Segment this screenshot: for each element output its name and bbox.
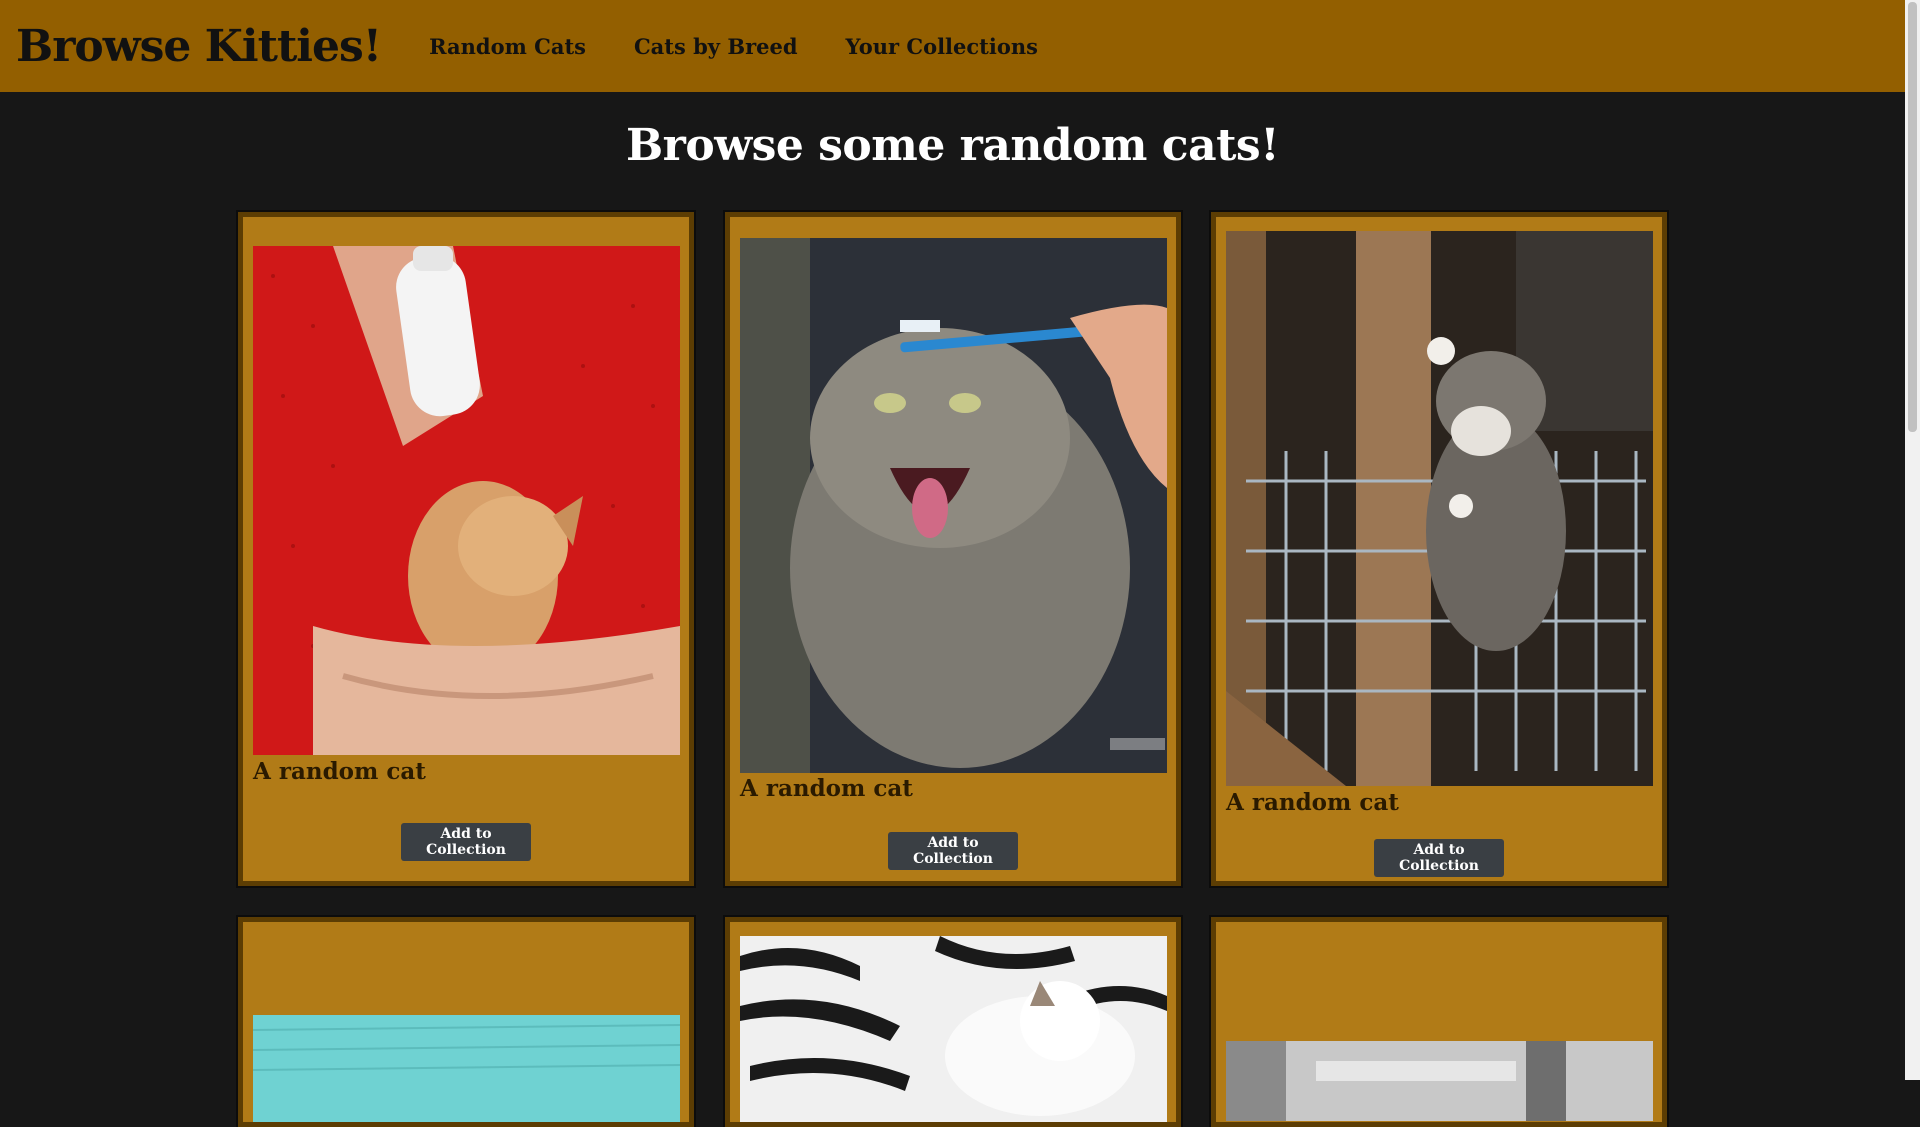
site-brand[interactable]: Browse Kitties!: [16, 21, 382, 72]
add-to-collection-button[interactable]: Add to Collection: [401, 823, 531, 861]
cat-caption: A random cat: [740, 775, 913, 802]
vertical-scrollbar[interactable]: [1905, 0, 1920, 1080]
cat-photo-kitten-bottle: [253, 246, 680, 755]
cat-card: A random cat Add to Collection: [725, 212, 1181, 886]
cat-card: [725, 917, 1181, 1127]
nav-link-cats-by-breed[interactable]: Cats by Breed: [634, 34, 798, 59]
cat-card: A random cat Add to Collection: [238, 212, 694, 886]
cat-photo-black-white: [1226, 1041, 1653, 1121]
cat-photo-kitten-climbing: [1226, 231, 1653, 786]
nav-link-your-collections[interactable]: Your Collections: [846, 34, 1038, 59]
cat-caption: A random cat: [1226, 789, 1399, 816]
nav-link-random-cats[interactable]: Random Cats: [429, 34, 586, 59]
scrollbar-thumb[interactable]: [1908, 2, 1917, 432]
cat-card: A random cat Add to Collection: [1211, 212, 1667, 886]
cat-caption: A random cat: [253, 758, 426, 785]
add-to-collection-button[interactable]: Add to Collection: [1374, 839, 1504, 877]
nav-links: Random Cats Cats by Breed Your Collectio…: [429, 34, 1038, 59]
cat-card: [238, 917, 694, 1127]
cat-card: [1211, 917, 1667, 1127]
cat-photo-zebra-blanket: [740, 936, 1167, 1122]
top-navbar: Browse Kitties! Random Cats Cats by Bree…: [0, 0, 1905, 92]
add-to-collection-button[interactable]: Add to Collection: [888, 832, 1018, 870]
page-title: Browse some random cats!: [625, 120, 1280, 171]
cat-photo-pallas-cat: [740, 238, 1167, 773]
cat-photo-blue-towel: [253, 1015, 680, 1122]
